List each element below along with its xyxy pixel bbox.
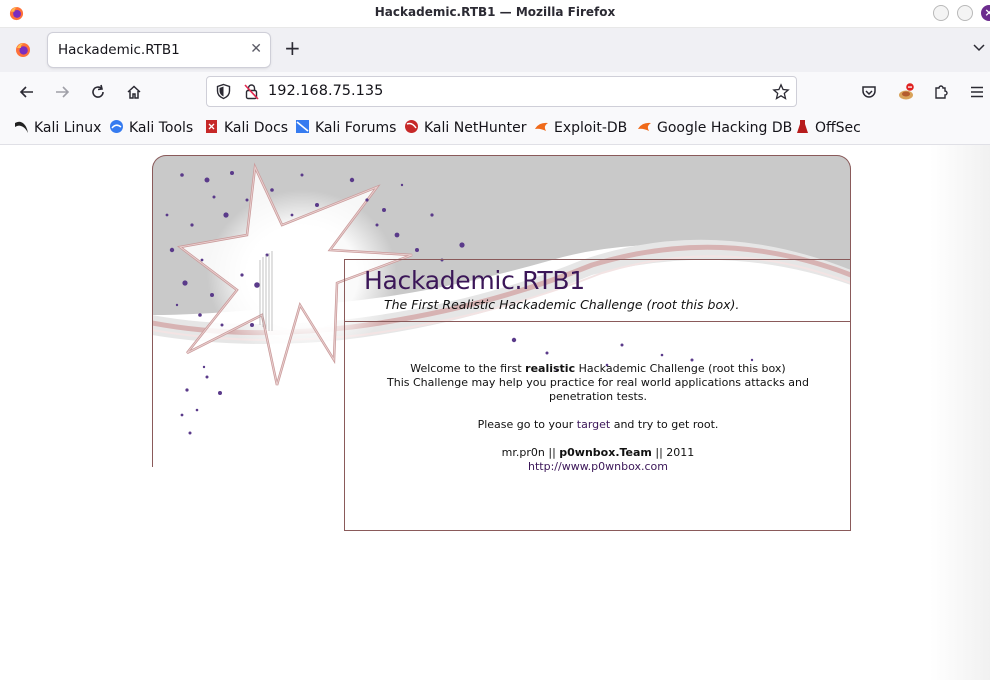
back-arrow-icon[interactable] (18, 83, 36, 101)
window-titlebar: Hackademic.RTB1 — Mozilla Firefox × (0, 0, 990, 28)
page-title: Hackademic.RTB1 (364, 266, 585, 295)
extensions-puzzle-icon[interactable] (932, 83, 950, 101)
bookmark-kali-linux[interactable]: Kali Linux (14, 119, 101, 137)
tab-close-icon[interactable]: ✕ (250, 41, 262, 57)
bookmark-star-icon[interactable] (772, 83, 790, 101)
list-all-tabs-icon[interactable] (972, 41, 986, 55)
bookmark-kali-docs[interactable]: Kali Docs (204, 119, 288, 137)
new-tab-button[interactable]: + (284, 38, 301, 58)
page-edge-shade (930, 145, 990, 680)
bookmark-kali-forums[interactable]: Kali Forums (295, 119, 396, 137)
nethunter-icon (405, 120, 418, 133)
instructions-line: Please go to your target and try to get … (477, 418, 719, 431)
bookmark-kali-tools[interactable]: Kali Tools (109, 119, 193, 137)
bookmark-exploit-db[interactable]: Exploit-DB (534, 119, 627, 137)
navigation-toolbar: 192.168.75.135 (0, 72, 990, 112)
bookmark-offsec[interactable]: OffSec (795, 119, 861, 137)
exploit-db-icon (535, 122, 548, 131)
pocket-icon[interactable] (860, 83, 878, 101)
welcome-line: Welcome to the first realistic Hackademi… (410, 362, 786, 375)
target-link[interactable]: target (577, 418, 610, 431)
bookmarks-toolbar: Kali Linux Kali Tools Kali Docs Kali For… (0, 112, 990, 145)
tab-active[interactable]: Hackademic.RTB1 ✕ (48, 33, 270, 67)
window-title: Hackademic.RTB1 — Mozilla Firefox (374, 5, 616, 19)
bookmark-google-hacking-db[interactable]: Google Hacking DB (637, 119, 792, 137)
tab-strip: Hackademic.RTB1 ✕ + (0, 28, 990, 72)
reload-icon[interactable] (89, 83, 107, 101)
firefox-view-icon[interactable] (15, 42, 31, 58)
p0wnbox-website-link[interactable]: http://www.p0wnbox.com (528, 460, 668, 473)
kali-dragon-icon (15, 121, 28, 133)
page-subtitle: The First Realistic Hackademic Challenge… (384, 297, 740, 312)
kali-docs-icon (206, 120, 217, 133)
forward-arrow-icon[interactable] (53, 83, 71, 101)
kali-forums-icon (296, 120, 309, 133)
web-page: Hackademic.RTB1 The First Realistic Hack… (0, 145, 990, 680)
app-menu-icon[interactable] (968, 83, 986, 101)
kali-tools-icon (110, 120, 123, 133)
tab-title: Hackademic.RTB1 (58, 42, 180, 58)
challenge-description: This Challenge may help you practice for… (387, 376, 809, 403)
extension-blocked-icon[interactable] (897, 83, 915, 101)
tracking-protection-shield-icon[interactable] (215, 83, 232, 100)
home-icon[interactable] (125, 83, 143, 101)
welcome-text-block: Welcome to the first realistic Hackademi… (360, 362, 836, 474)
maximize-button[interactable] (957, 5, 973, 21)
left-frame-line (152, 270, 153, 467)
address-bar[interactable]: 192.168.75.135 (206, 76, 797, 107)
close-window-button[interactable]: × (981, 5, 990, 21)
credits-line: mr.pr0n || p0wnbox.Team || 2011 (501, 446, 695, 459)
offsec-icon (797, 120, 808, 133)
bookmark-kali-nethunter[interactable]: Kali NetHunter (404, 119, 526, 137)
ghdb-icon (638, 122, 651, 131)
insecure-lock-icon[interactable] (243, 83, 260, 100)
url-text[interactable]: 192.168.75.135 (268, 83, 383, 99)
title-divider (345, 321, 850, 322)
minimize-button[interactable] (933, 5, 949, 21)
